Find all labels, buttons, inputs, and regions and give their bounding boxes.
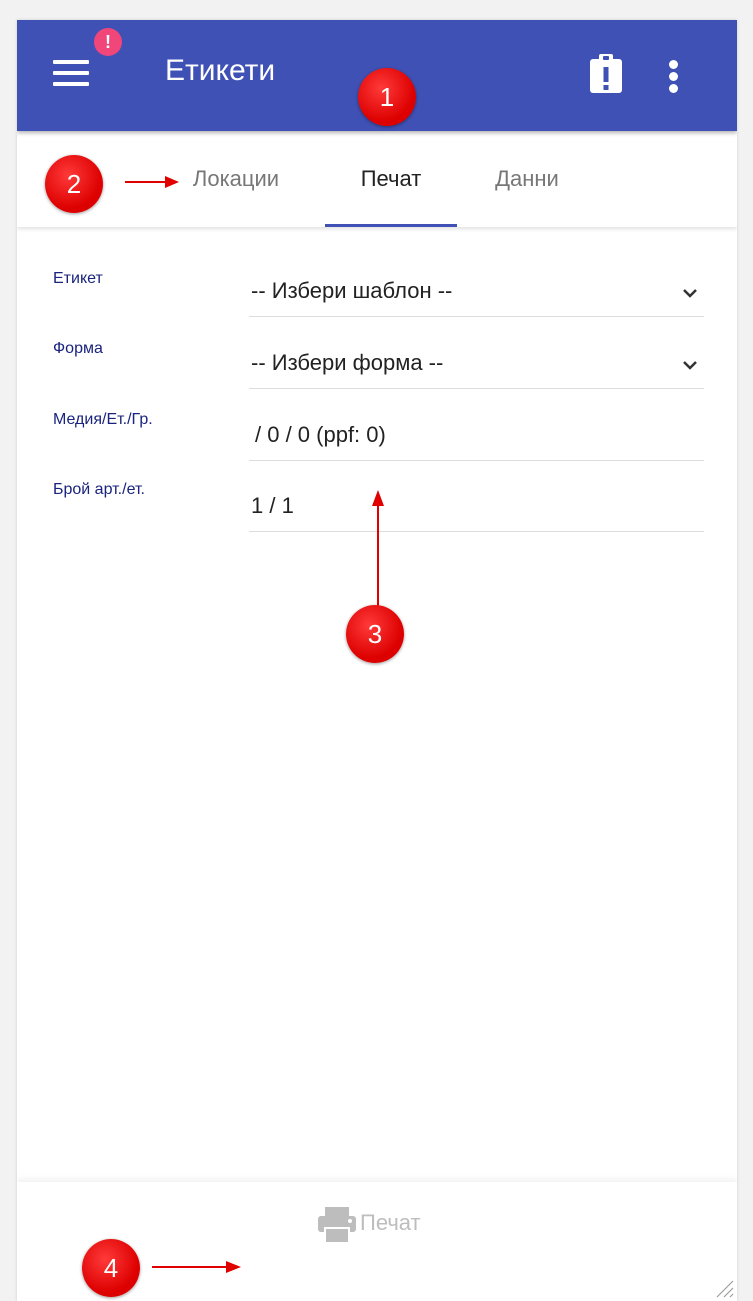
label-template-select[interactable]: -- Избери шаблон -- [249,262,704,317]
chevron-down-icon [683,361,697,370]
annotation-marker-3: 3 [346,605,404,663]
clipboard-alert-icon [590,54,622,93]
article-count-field[interactable]: 1 / 1 [249,477,704,532]
annotation-marker-2: 2 [45,155,103,213]
article-count-label: Брой арт./ет. [53,481,145,498]
form-select[interactable]: -- Избери форма -- [249,334,704,389]
media-field: / 0 / 0 (ppf: 0) [249,406,704,461]
menu-button[interactable] [49,54,97,94]
media-label: Медия/Ет./Гр. [53,411,153,428]
form-label: Форма [53,340,103,357]
clipboard-alert-button[interactable] [589,54,623,94]
annotation-arrow-2 [125,176,179,188]
annotation-arrow-4 [152,1261,241,1273]
printer-icon [318,1207,356,1244]
resize-grip-icon[interactable] [711,1275,735,1299]
annotation-arrow-3 [372,490,384,606]
article-count-value: 1 / 1 [251,493,294,518]
active-tab-indicator [325,224,457,227]
label-template-value: -- Избери шаблон -- [251,278,453,303]
tab-locations[interactable]: Локации [171,131,301,227]
annotation-marker-1: 1 [358,68,416,126]
annotation-marker-4: 4 [82,1239,140,1297]
label-template-label: Етикет [53,270,103,287]
tab-print[interactable]: Печат [325,131,457,227]
notification-badge: ! [94,28,122,56]
form-value: -- Избери форма -- [251,350,444,375]
page-title: Етикети [165,54,276,87]
more-options-button[interactable] [662,54,686,94]
media-value: / 0 / 0 (ppf: 0) [255,422,386,447]
print-button-label: Печат [360,1210,421,1235]
tab-data[interactable]: Данни [472,131,582,227]
chevron-down-icon [683,289,697,298]
